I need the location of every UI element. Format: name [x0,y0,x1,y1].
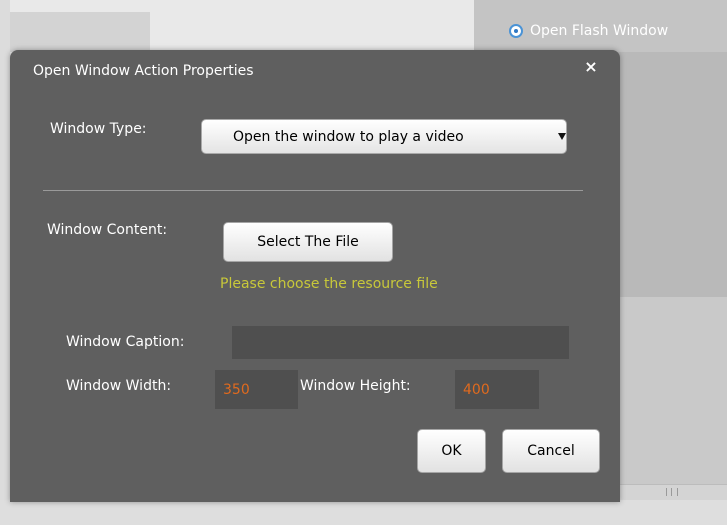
window-width-label: Window Width: [66,378,172,394]
background-left-strip [0,0,10,525]
dialog-title: Open Window Action Properties [33,63,254,79]
radio-selected-icon[interactable] [509,24,523,38]
open-flash-window-label: Open Flash Window [530,23,669,39]
background-grey-block [10,12,150,52]
scrollbar-grip-icon[interactable] [666,488,678,496]
window-width-input[interactable] [215,370,298,409]
window-type-select[interactable]: Open the window to play a video [201,119,567,154]
window-height-input[interactable] [455,370,539,409]
window-caption-input[interactable] [232,326,569,359]
window-height-label: Window Height: [300,378,411,394]
window-caption-label: Window Caption: [66,334,185,350]
cancel-button[interactable]: Cancel [502,429,600,473]
open-flash-window-option[interactable]: Open Flash Window [509,20,668,42]
select-file-button[interactable]: Select The File [223,222,393,262]
window-type-label: Window Type: [50,121,147,137]
open-window-action-dialog: Open Window Action Properties × Window T… [10,50,620,502]
section-divider [43,190,583,191]
window-content-label: Window Content: [47,222,168,238]
background-bottom-strip [0,500,727,525]
ok-button[interactable]: OK [417,429,486,473]
resource-file-hint: Please choose the resource file [220,276,438,292]
dropdown-arrow-icon[interactable] [558,133,566,140]
close-icon[interactable]: × [582,58,600,76]
window-type-selected-value: Open the window to play a video [233,128,464,145]
